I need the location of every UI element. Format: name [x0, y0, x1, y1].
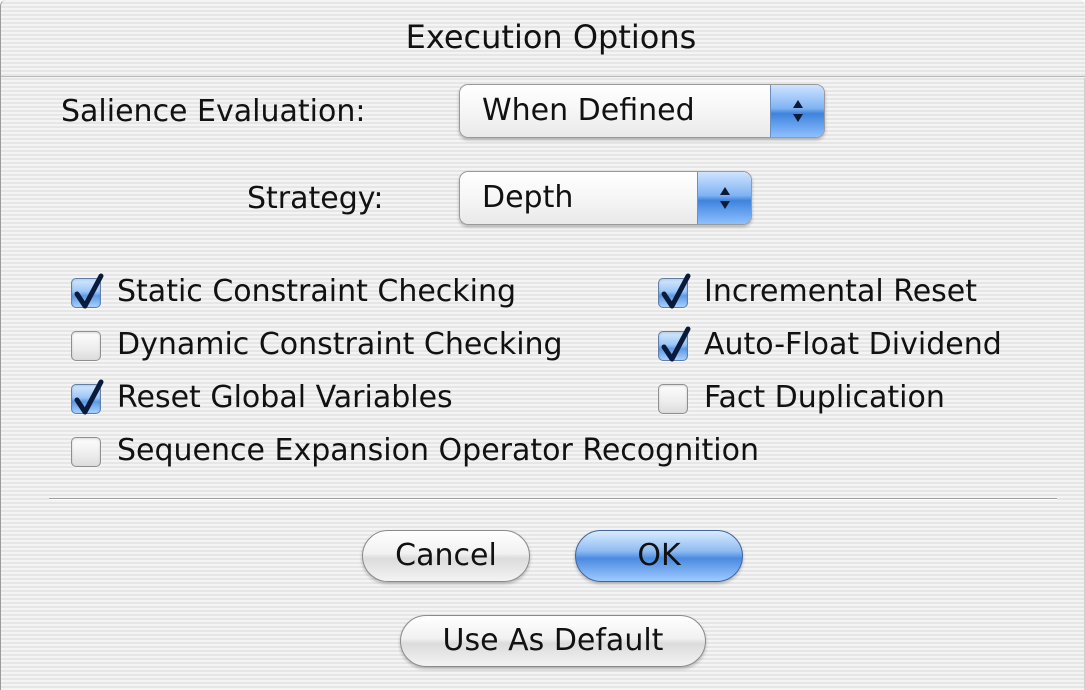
salience-evaluation-label: Salience Evaluation: [61, 94, 366, 129]
title-separator [1, 76, 1085, 77]
auto-float-dividend-checkbox[interactable] [658, 326, 691, 362]
divider [49, 498, 1057, 500]
salience-evaluation-value: When Defined [482, 93, 695, 128]
checkmark-icon [661, 273, 691, 309]
incremental-reset-checkbox[interactable] [658, 273, 691, 309]
auto-float-dividend-label[interactable]: Auto-Float Dividend [704, 327, 1002, 362]
execution-options-dialog: Execution Options Salience Evaluation: W… [0, 0, 1085, 690]
use-as-default-button[interactable]: Use As Default [400, 615, 706, 667]
checkmark-icon [74, 379, 104, 415]
fact-duplication-label[interactable]: Fact Duplication [704, 380, 945, 415]
reset-global-variables-label[interactable]: Reset Global Variables [117, 380, 453, 415]
static-constraint-label[interactable]: Static Constraint Checking [117, 274, 516, 309]
cancel-button[interactable]: Cancel [362, 530, 530, 582]
up-down-chevrons-icon [770, 85, 824, 137]
strategy-value: Depth [482, 180, 574, 215]
salience-evaluation-popup[interactable]: When Defined [459, 84, 825, 138]
incremental-reset-label[interactable]: Incremental Reset [704, 274, 977, 309]
checkmark-icon [74, 273, 104, 309]
dynamic-constraint-label[interactable]: Dynamic Constraint Checking [117, 327, 563, 362]
checkmark-icon [661, 326, 691, 362]
fact-duplication-checkbox[interactable] [658, 384, 688, 414]
reset-global-variables-checkbox[interactable] [71, 379, 104, 415]
static-constraint-checkbox[interactable] [71, 273, 104, 309]
dynamic-constraint-checkbox[interactable] [71, 331, 101, 361]
sequence-expansion-checkbox[interactable] [71, 437, 101, 467]
window-title: Execution Options [405, 18, 697, 56]
strategy-popup[interactable]: Depth [459, 171, 752, 225]
up-down-chevrons-icon [697, 172, 751, 224]
strategy-label: Strategy: [247, 181, 384, 216]
sequence-expansion-label[interactable]: Sequence Expansion Operator Recognition [117, 433, 759, 468]
title-bar[interactable]: Execution Options [1, 0, 1085, 78]
ok-button[interactable]: OK [575, 530, 743, 582]
